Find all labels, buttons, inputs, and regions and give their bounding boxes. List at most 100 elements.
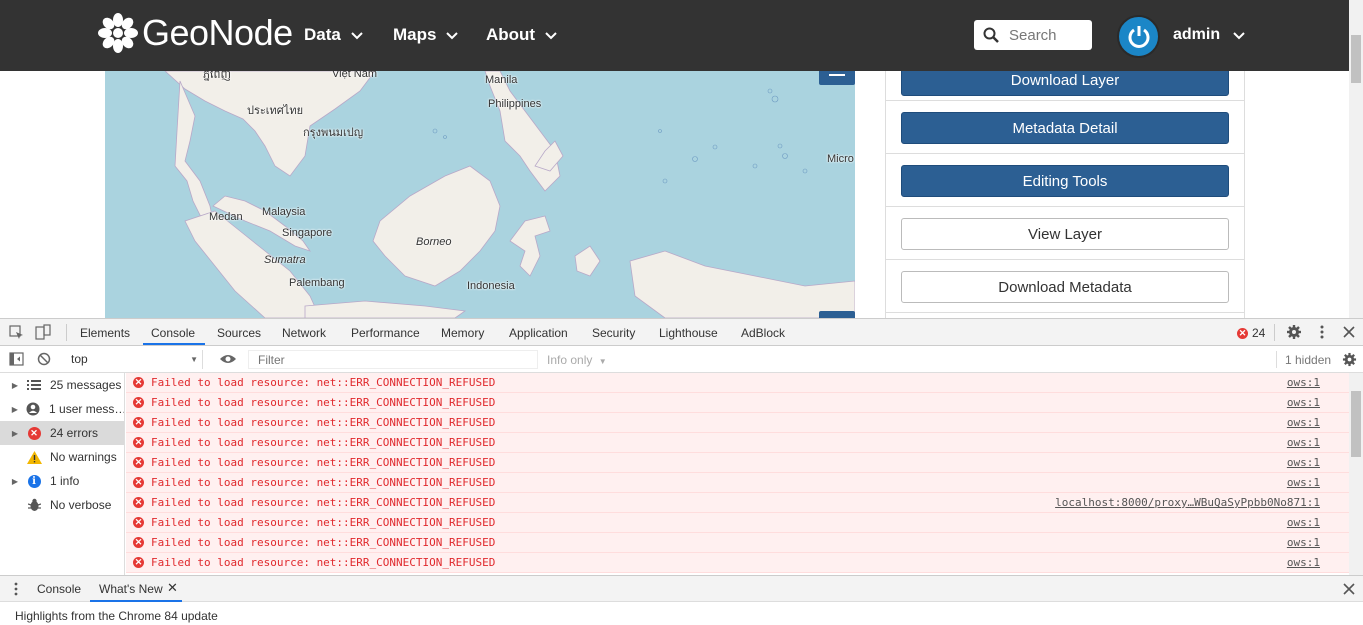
close-drawer-icon[interactable]: [1343, 583, 1355, 595]
message-source-link[interactable]: ows:1: [1287, 376, 1320, 389]
console-error-row: ✕ Failed to load resource: net::ERR_CONNE…: [126, 553, 1349, 573]
message-text: Failed to load resource: net::ERR_CONNEC…: [151, 416, 496, 429]
whats-new-heading: Highlights from the Chrome 84 update: [15, 609, 218, 623]
expand-arrow-icon: ▶: [11, 428, 19, 438]
console-error-row: ✕ Failed to load resource: net::ERR_CONNE…: [126, 433, 1349, 453]
tab-sources[interactable]: Sources: [217, 326, 261, 340]
nav-about[interactable]: About: [486, 25, 558, 45]
settings-gear-icon[interactable]: [1286, 324, 1302, 340]
metadata-detail-button[interactable]: Metadata Detail: [901, 112, 1229, 144]
context-selector[interactable]: top ▼: [63, 350, 203, 369]
message-text: Failed to load resource: net::ERR_CONNEC…: [151, 556, 496, 569]
console-messages: ✕Failed to load resource: net::ERR_CONNE…: [126, 373, 1349, 575]
error-icon: ✕: [133, 497, 144, 508]
sidebar-item-info[interactable]: ▶ i 1 info: [0, 469, 124, 493]
layer-actions-panel: Download Layer Metadata Detail Editing T…: [885, 64, 1245, 318]
chevron-down-icon: [446, 32, 459, 40]
devtools-panel: Elements Console Sources Network Perform…: [0, 318, 1363, 625]
tab-network[interactable]: Network: [282, 326, 326, 340]
sidebar-item-warnings[interactable]: No warnings: [0, 445, 124, 469]
console-scrollbar-thumb[interactable]: [1351, 391, 1361, 457]
drawer-tab-console[interactable]: Console: [37, 582, 81, 596]
tab-lighthouse[interactable]: Lighthouse: [659, 326, 718, 340]
map-label-thailand: ประเทศไทย: [247, 105, 304, 117]
drawer-menu-icon[interactable]: [13, 582, 19, 596]
live-expression-eye-icon[interactable]: [219, 353, 237, 365]
error-icon: ✕: [133, 537, 144, 548]
console-scrollbar[interactable]: [1349, 373, 1363, 575]
tab-application[interactable]: Application: [509, 326, 568, 340]
tab-security[interactable]: Security: [592, 326, 635, 340]
active-tab-indicator: [143, 343, 205, 345]
tab-adblock[interactable]: AdBlock: [741, 326, 785, 340]
log-levels-dropdown[interactable]: Info only ▼: [547, 353, 607, 367]
message-source-link[interactable]: ows:1: [1287, 396, 1320, 409]
device-toolbar-icon[interactable]: [35, 324, 51, 340]
tab-memory[interactable]: Memory: [441, 326, 484, 340]
map-label-micro: Micro: [827, 153, 854, 165]
editing-tools-button[interactable]: Editing Tools: [901, 165, 1229, 197]
sidebar-item-messages[interactable]: ▶ 25 messages: [0, 373, 124, 397]
expand-arrow-icon: ▶: [11, 476, 19, 486]
message-source-link[interactable]: ows:1: [1287, 476, 1320, 489]
inspect-element-icon[interactable]: [9, 325, 24, 340]
sidebar-item-verbose[interactable]: No verbose: [0, 493, 124, 517]
tab-console[interactable]: Console: [151, 326, 195, 340]
console-error-row: ✕ Failed to load resource: net::ERR_CONNE…: [126, 533, 1349, 553]
avatar[interactable]: [1117, 15, 1160, 58]
map-menu-control[interactable]: [819, 71, 855, 85]
show-sidebar-icon[interactable]: [9, 352, 24, 366]
map-viewer[interactable]: ភ្នំពេញ ประเทศไทย Việt Nam Manila Philip…: [105, 71, 855, 318]
search-input[interactable]: [1009, 26, 1089, 44]
sidebar-item-errors[interactable]: ▶ ✕ 24 errors: [0, 421, 124, 445]
username: admin: [1173, 26, 1221, 43]
close-devtools-icon[interactable]: [1343, 326, 1355, 338]
map-label-palembang: Palembang: [289, 277, 345, 289]
message-source-link[interactable]: ows:1: [1287, 556, 1320, 569]
map-label-indonesia: Indonesia: [467, 280, 515, 292]
console-error-row: ✕ Failed to load resource: net::ERR_CONNE…: [126, 393, 1349, 413]
message-source-link[interactable]: ows:1: [1287, 516, 1320, 529]
clear-console-icon[interactable]: [37, 352, 51, 366]
console-filter-input[interactable]: [248, 350, 538, 369]
nav-data[interactable]: Data: [304, 25, 364, 45]
message-text: Failed to load resource: net::ERR_CONNEC…: [151, 536, 496, 549]
view-layer-button[interactable]: View Layer: [901, 218, 1229, 250]
error-icon: ✕: [133, 517, 144, 528]
error-counter[interactable]: ✕ 24: [1237, 326, 1265, 340]
error-icon: ✕: [1237, 327, 1248, 339]
nav-maps-label: Maps: [393, 25, 437, 44]
whats-new-content: Highlights from the Chrome 84 update: [0, 602, 1363, 625]
tab-elements[interactable]: Elements: [80, 326, 130, 340]
error-count: 24: [1252, 326, 1266, 340]
console-settings-gear-icon[interactable]: [1342, 352, 1357, 367]
error-icon: ✕: [25, 425, 43, 441]
warning-icon: [25, 449, 43, 465]
message-source-link[interactable]: ows:1: [1287, 456, 1320, 469]
message-source-link[interactable]: localhost:8000/proxy…WBuQaSyPpbb0No871:1: [1055, 496, 1320, 509]
tab-performance[interactable]: Performance: [351, 326, 420, 340]
message-source-link[interactable]: ows:1: [1287, 436, 1320, 449]
nav-maps[interactable]: Maps: [393, 25, 459, 45]
geonode-logo[interactable]: GeoNode: [98, 12, 293, 54]
map-label-medan: Medan: [209, 211, 243, 223]
user-icon: [25, 401, 42, 417]
message-source-link[interactable]: ows:1: [1287, 416, 1320, 429]
map-bottom-control[interactable]: [819, 311, 855, 318]
map-label-khmer-top: ភ្នំពេញ: [203, 71, 231, 81]
info-icon: i: [25, 473, 43, 489]
console-error-row: ✕ Failed to load resource: net::ERR_CONNE…: [126, 373, 1349, 393]
brand-name: GeoNode: [142, 12, 293, 53]
message-text: Failed to load resource: net::ERR_CONNEC…: [151, 476, 496, 489]
more-options-icon[interactable]: [1316, 324, 1328, 340]
page-scrollbar[interactable]: [1349, 0, 1363, 318]
download-metadata-button[interactable]: Download Metadata: [901, 271, 1229, 303]
user-menu[interactable]: admin: [1173, 26, 1246, 44]
console-error-row: ✕ Failed to load resource: net::ERR_CONNE…: [126, 413, 1349, 433]
drawer-tab-whats-new[interactable]: What's New: [99, 582, 163, 596]
page-scrollbar-thumb[interactable]: [1351, 35, 1361, 83]
close-tab-icon[interactable]: ✕: [167, 580, 178, 596]
message-source-link[interactable]: ows:1: [1287, 536, 1320, 549]
drawer-tabbar: Console What's New ✕: [0, 575, 1363, 602]
sidebar-item-user-messages[interactable]: ▶ 1 user mess…: [0, 397, 124, 421]
